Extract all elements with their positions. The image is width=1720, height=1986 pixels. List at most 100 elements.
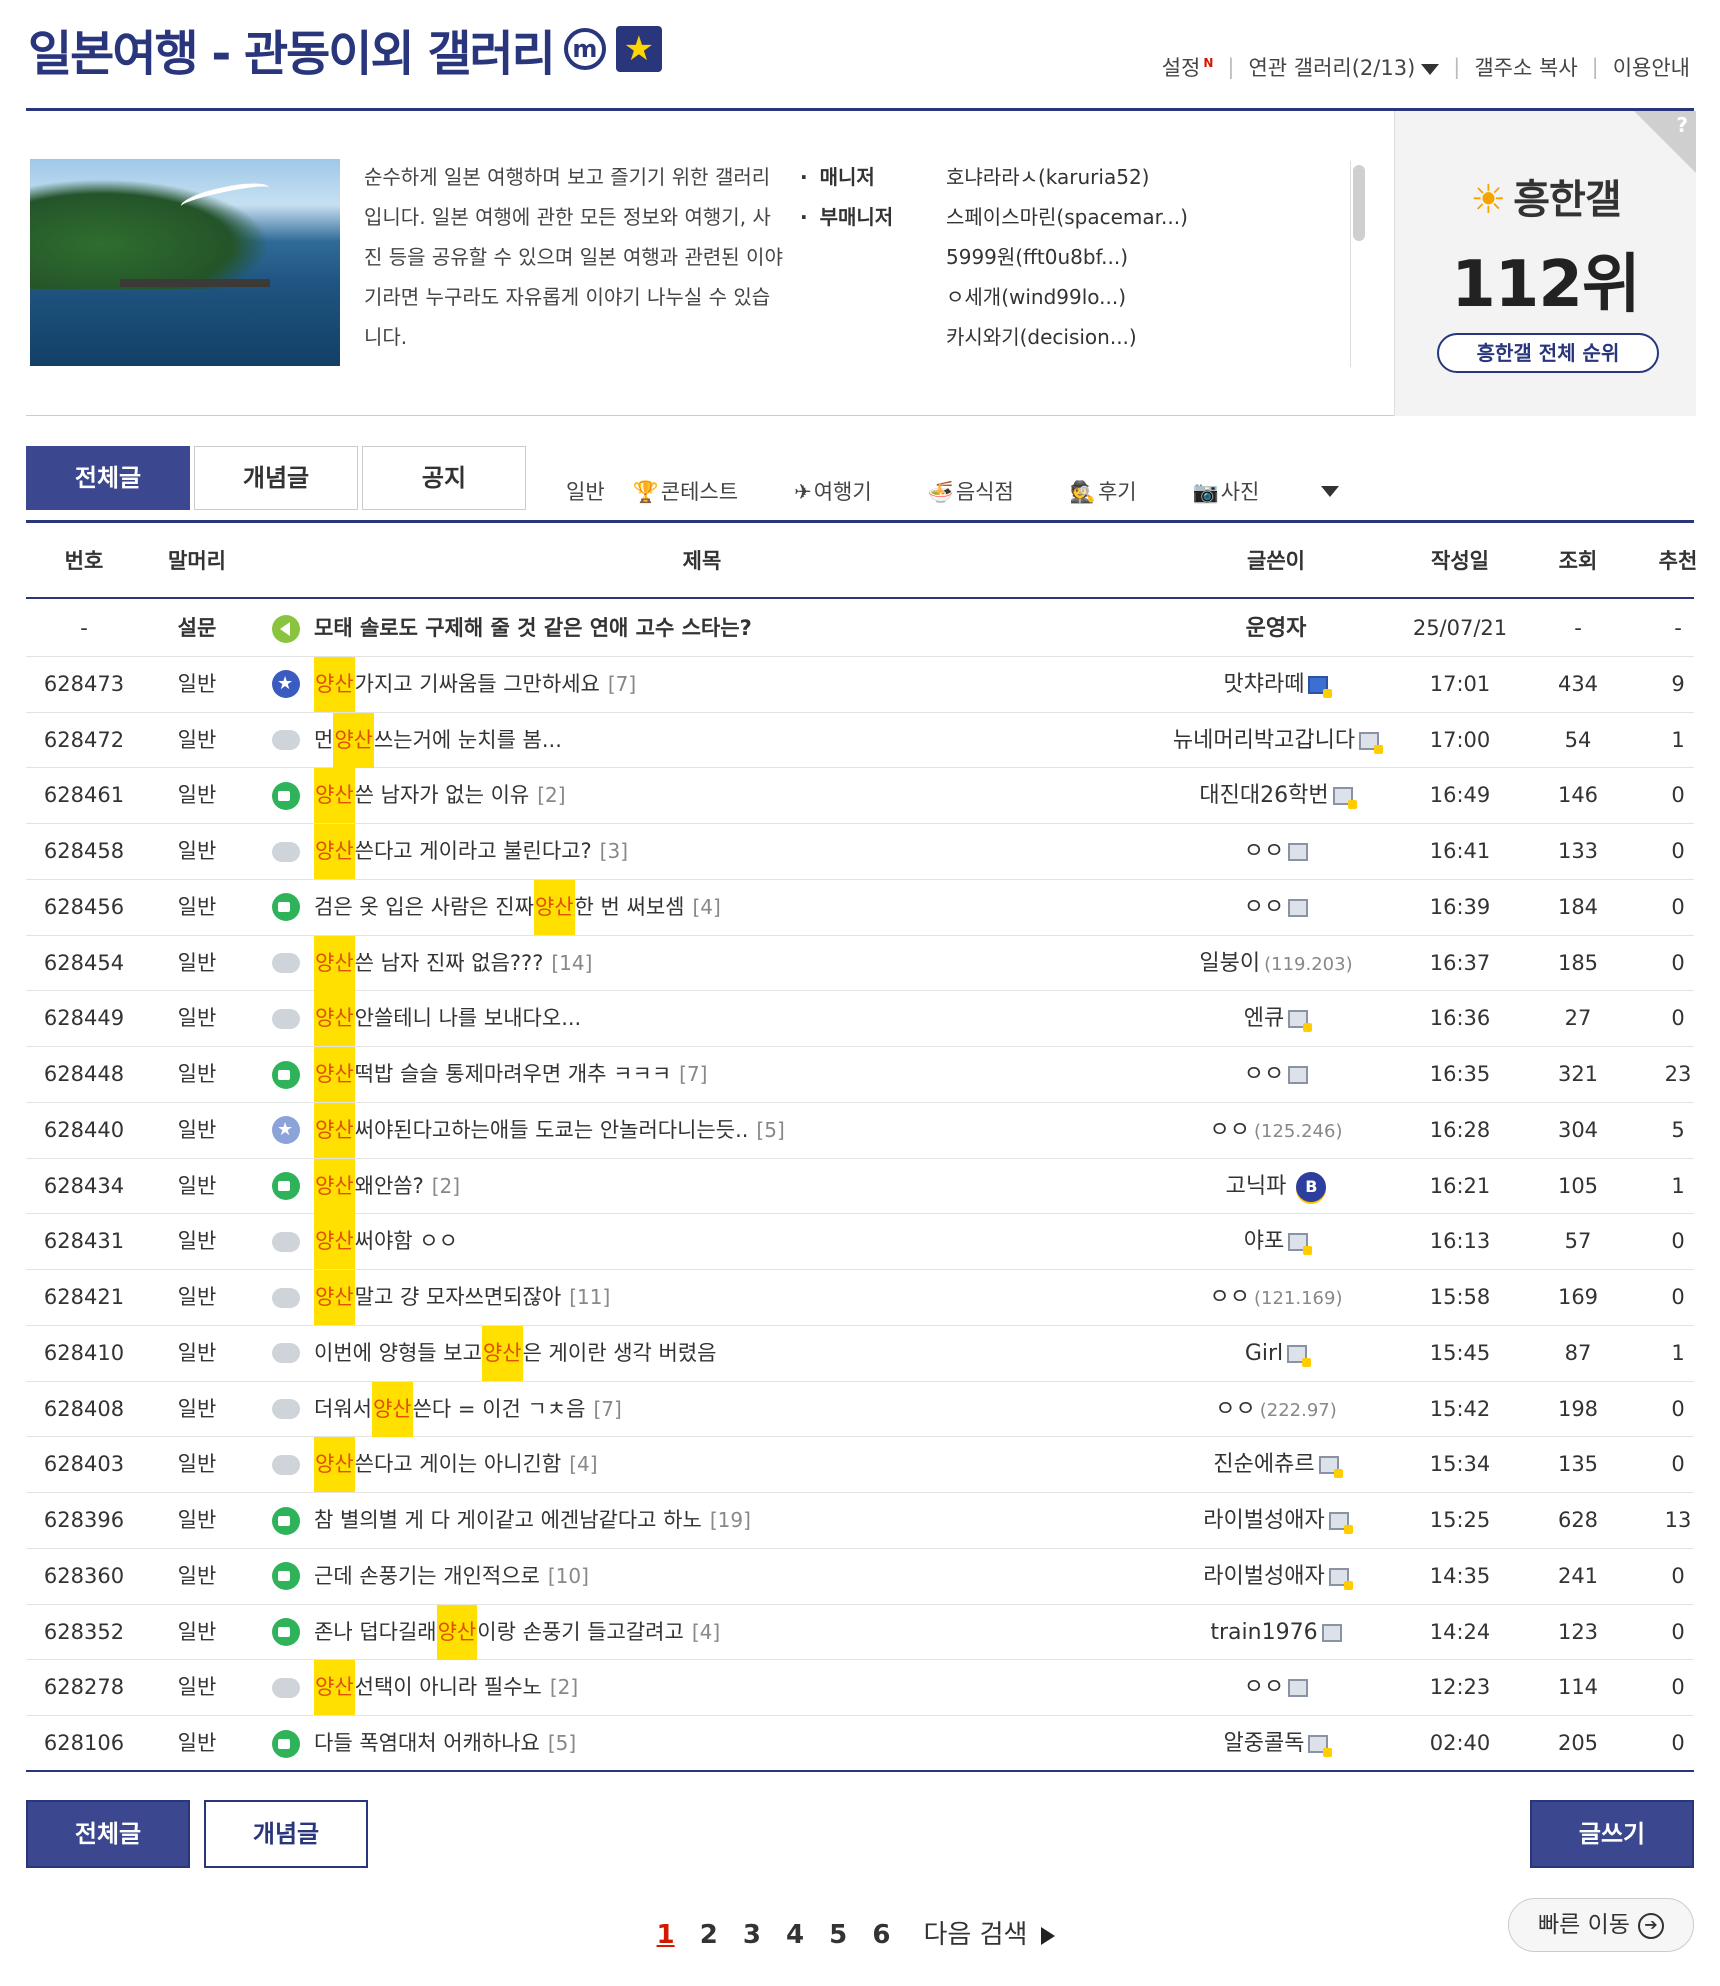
writer-name[interactable]: 운영자 (1246, 616, 1307, 641)
post-title[interactable]: 양산 왜안씀? [2] (252, 1158, 1152, 1214)
category-travelogue[interactable]: ✈여행기 (794, 476, 900, 506)
writer-name[interactable]: ㅇㅇ (1244, 1675, 1284, 1700)
post-title-text[interactable]: 쓰는거에 눈치를 봄... (374, 713, 562, 768)
writer-name[interactable]: 알중콜독 (1224, 1731, 1305, 1756)
post-title-text[interactable]: 왜안씀? (355, 1159, 424, 1214)
post-title[interactable]: 먼 양산 쓰는거에 눈치를 봄... (252, 712, 1152, 768)
writer-name[interactable]: ㅇㅇ (1244, 1062, 1284, 1087)
keyword-highlight[interactable]: 양산 (314, 656, 355, 712)
post-title[interactable]: 양산 쓴다고 게이는 아니긴함 [4] (252, 1437, 1152, 1493)
comment-count[interactable]: [11] (569, 1270, 610, 1325)
scrollbar-thumb[interactable] (1353, 165, 1365, 241)
next-search-link[interactable]: 다음 검색 (915, 1920, 1063, 1950)
writer-name[interactable]: 라이벌성애자 (1203, 1508, 1324, 1533)
bottom-tab-all[interactable]: 전체글 (26, 1800, 190, 1868)
post-title[interactable]: 양산 쓴 남자 진짜 없음??? [14] (252, 935, 1152, 991)
keyword-highlight[interactable]: 양산 (533, 879, 575, 935)
writer-name[interactable]: Girl (1245, 1341, 1283, 1366)
writer-name[interactable]: ㅇㅇ (1244, 895, 1284, 920)
post-title-text[interactable]: 쓴 남자 진짜 없음??? (355, 936, 544, 991)
manager-name[interactable]: 호냐라라ㅅ(karuria52) (946, 157, 1188, 197)
keyword-highlight[interactable]: 양산 (314, 1437, 355, 1493)
post-title[interactable]: 양산 선택이 아니라 필수노 [2] (252, 1660, 1152, 1716)
table-row[interactable]: 628456 일반 검은 옷 입은 사람은 진짜 양산 한 번 써보셈 [4] ㅇㅇ 16… (26, 879, 1694, 936)
post-title-text[interactable]: 써야함 ㅇㅇ (355, 1214, 458, 1269)
table-row[interactable]: 628278 일반 양산 선택이 아니라 필수노 [2] ㅇㅇ 12:23 114 0 (26, 1660, 1694, 1716)
gallery-title-text[interactable]: 일본여행 - 관동이외 갤러리 (28, 14, 556, 84)
comment-count[interactable]: [7] (679, 1047, 707, 1102)
gallery-title[interactable]: 일본여행 - 관동이외 갤러리 m ★ (28, 14, 662, 84)
table-row[interactable]: 628458 일반 양산 쓴다고 게이라고 불린다고? [3] ㅇㅇ 16:41 133 0 (26, 824, 1694, 880)
post-title[interactable]: 양산 떡밥 슬슬 통제마려우면 개추 ㅋㅋㅋ [7] (252, 1047, 1152, 1102)
table-row[interactable]: 628408 일반 더워서 양산 쓴다 = 이건 ㄱㅊ음 [7] ㅇㅇ (222.97) 15… (26, 1381, 1694, 1438)
post-title-text[interactable]: 쓴다 = 이건 ㄱㅊ음 (413, 1382, 586, 1437)
keyword-highlight[interactable]: 양산 (333, 712, 374, 768)
post-title[interactable]: 근데 손풍기는 개인적으로 [10] (252, 1549, 1152, 1604)
table-row[interactable]: 628431 일반 양산 써야함 ㅇㅇ 야포 16:13 57 0 (26, 1214, 1694, 1270)
post-title-text[interactable]: 한 번 써보셈 (575, 880, 685, 935)
copy-address-link[interactable]: 갤주소 복사 (1474, 52, 1577, 82)
keyword-highlight[interactable]: 양산 (314, 1158, 355, 1214)
post-title[interactable]: 양산 쓴 남자가 없는 이유 [2] (252, 768, 1152, 824)
post-title-text[interactable]: 말고 걍 모자쓰면되잖아 (355, 1270, 562, 1325)
comment-count[interactable]: [19] (710, 1493, 751, 1548)
post-title[interactable]: 더워서 양산 쓴다 = 이건 ㄱㅊ음 [7] (252, 1381, 1152, 1437)
settings-link[interactable]: 설정 N (1162, 52, 1214, 82)
submanager-name[interactable]: 스페이스마린(spacemar...) (946, 197, 1188, 237)
page-4[interactable]: 4 (786, 1920, 804, 1950)
table-row[interactable]: 628403 일반 양산 쓴다고 게이는 아니긴함 [4] 진순에츄르 15:34 135 0 (26, 1437, 1694, 1493)
post-title-text[interactable]: 가지고 기싸움들 그만하세요 (355, 657, 600, 712)
post-title[interactable]: 양산가지고 기싸움들 그만하세요 [7] (252, 656, 1152, 712)
post-title[interactable]: 존나 덥다길래 양산 이랑 손풍기 들고갈려고 [4] (252, 1604, 1152, 1660)
comment-count[interactable]: [4] (692, 1605, 720, 1660)
table-row[interactable]: 628434 일반 양산 왜안씀? [2] 고닉파 B 16:21 105 1 (26, 1158, 1694, 1215)
keyword-highlight[interactable]: 양산 (371, 1381, 413, 1437)
post-title-text[interactable]: 더워서 (314, 1382, 372, 1437)
submanager-name[interactable]: 카시와기(decision...) (946, 317, 1188, 357)
writer-name[interactable]: 일붕이 (1199, 951, 1260, 976)
post-title-text[interactable]: 떡밥 슬슬 통제마려우면 개추 ㅋㅋㅋ (355, 1047, 672, 1102)
post-title-text[interactable]: 써야된다고하는애들 도쿄는 안놀러다니는듯.. (355, 1103, 749, 1158)
post-title-text[interactable]: 이번에 양형들 보고 (314, 1326, 482, 1381)
submanager-name[interactable]: ㅇ세개(wind99lo...) (946, 277, 1188, 317)
post-title[interactable]: 양산 말고 걍 모자쓰면되잖아 [11] (252, 1270, 1152, 1325)
post-title[interactable]: 이번에 양형들 보고 양산 은 게이란 생각 버렸음 (252, 1325, 1152, 1381)
comment-count[interactable]: [3] (600, 824, 628, 879)
post-title[interactable]: 양산 안쓸테니 나를 보내다오... (252, 991, 1152, 1047)
table-row[interactable]: 628473일반양산가지고 기싸움들 그만하세요[7]맛챠라떼17:014349 (26, 656, 1694, 713)
keyword-highlight[interactable]: 양산 (314, 1214, 355, 1270)
writer-name[interactable]: 라이벌성애자 (1203, 1564, 1324, 1589)
post-title[interactable]: 양산 써야함 ㅇㅇ (252, 1214, 1152, 1270)
keyword-highlight[interactable]: 양산 (314, 1660, 355, 1716)
category-photo[interactable]: 📷사진 (1193, 476, 1288, 506)
keyword-highlight[interactable]: 양산 (314, 935, 355, 991)
category-contest[interactable]: 🏆콘테스트 (633, 476, 766, 506)
category-general[interactable]: 일반 (566, 476, 605, 506)
post-title[interactable]: 양산 쓴다고 게이라고 불린다고? [3] (252, 824, 1152, 879)
writer-name[interactable]: 뉴네머리박고갑니다 (1173, 728, 1355, 753)
table-row[interactable]: 628410 일반 이번에 양형들 보고 양산 은 게이란 생각 버렸음 Girl 15:… (26, 1325, 1694, 1382)
keyword-highlight[interactable]: 양산 (481, 1325, 523, 1381)
post-title-text[interactable]: 선택이 아니라 필수노 (355, 1660, 542, 1715)
comment-count[interactable]: [4] (569, 1437, 597, 1492)
post-title-text[interactable]: 쓴다고 게이라고 불린다고? (355, 824, 592, 879)
post-title-text[interactable]: 검은 옷 입은 사람은 진짜 (314, 880, 534, 935)
table-row[interactable]: 628440 일반 양산써야된다고하는애들 도쿄는 안놀러다니는듯..[5] ㅇㅇ(1… (26, 1102, 1694, 1159)
writer-name[interactable]: ㅇㅇ (1210, 1118, 1250, 1143)
post-title-text[interactable]: 다들 폭염대처 어캐하나요 (314, 1716, 540, 1771)
submanager-name[interactable]: 5999원(fft0u8bf...) (946, 237, 1188, 277)
post-title-text[interactable]: 안쓸테니 나를 보내다오... (355, 991, 582, 1046)
table-row[interactable]: 628461 일반 양산 쓴 남자가 없는 이유 [2] 대진대26학번 16:49 146… (26, 768, 1694, 824)
page-3[interactable]: 3 (743, 1920, 761, 1950)
post-title[interactable]: 양산써야된다고하는애들 도쿄는 안놀러다니는듯..[5] (252, 1102, 1152, 1158)
rank-help-icon[interactable]: ? (1634, 111, 1696, 173)
post-title-text[interactable]: 모태 솔로도 구제해 줄 것 같은 연애 고수 스타는? (314, 601, 752, 656)
post-title-text[interactable]: 존나 덥다길래 (314, 1605, 437, 1660)
comment-count[interactable]: [7] (593, 1382, 621, 1437)
table-row[interactable]: 628448 일반 양산 떡밥 슬슬 통제마려우면 개추 ㅋㅋㅋ [7] ㅇㅇ 16:35… (26, 1047, 1694, 1103)
page-1[interactable]: 1 (657, 1920, 675, 1950)
page-2[interactable]: 2 (700, 1920, 718, 1950)
comment-count[interactable]: [2] (537, 768, 565, 823)
post-title-text[interactable]: 근데 손풍기는 개인적으로 (314, 1549, 540, 1604)
post-title-text[interactable]: 이랑 손풍기 들고갈려고 (477, 1605, 684, 1660)
